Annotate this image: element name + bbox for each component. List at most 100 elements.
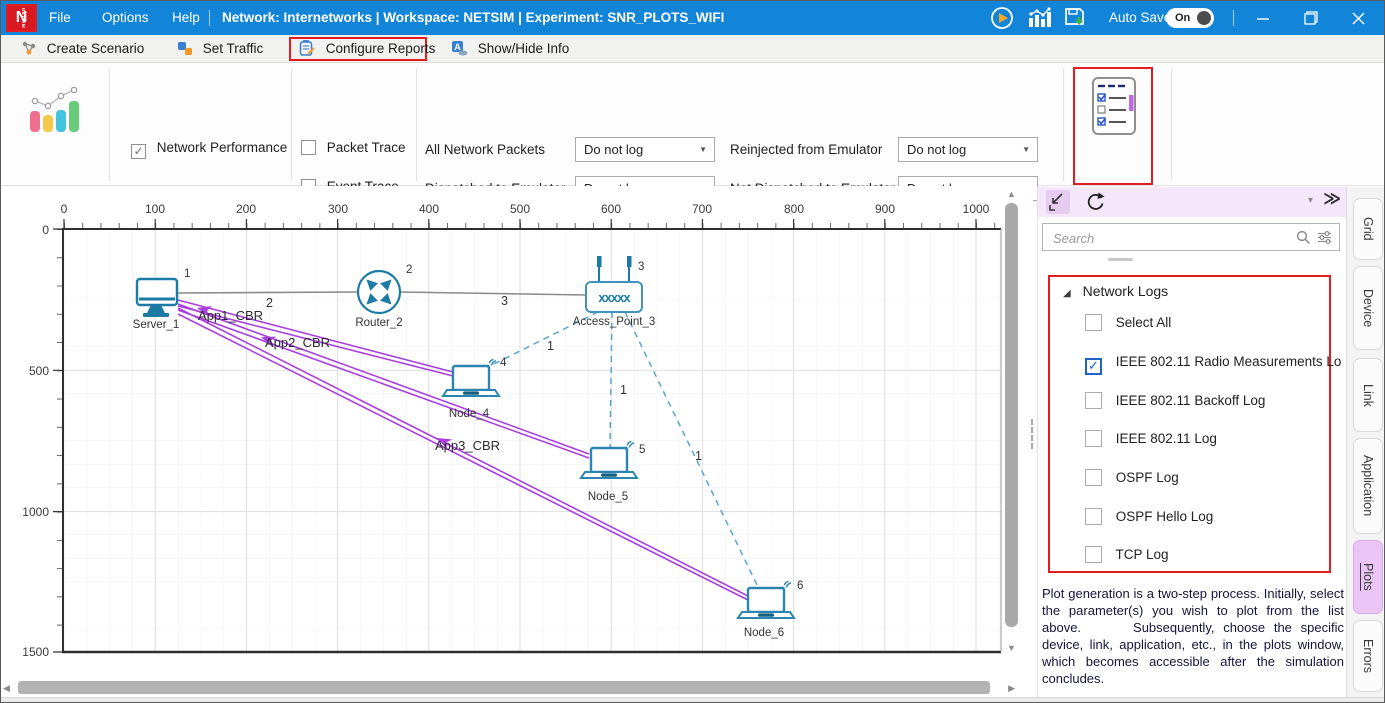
create-scenario-label: Create Scenario [47,41,145,56]
plots-button-icon[interactable] [1089,75,1139,142]
create-scenario-button[interactable]: Create Scenario [21,35,144,63]
svg-text:100: 100 [145,202,165,216]
ruler-y-labels: 0 500 1000 1500 [22,223,49,659]
title-bar: N NETSIM File Options Help Network: Inte… [1,1,1384,35]
set-traffic-label: Set Traffic [203,41,264,56]
svg-text:1500: 1500 [22,645,49,659]
svg-text:A: A [454,42,461,52]
menu-help[interactable]: Help [166,1,206,35]
svg-text:1000: 1000 [963,202,990,216]
tab-link[interactable]: Link [1353,358,1383,432]
panel-caret-icon[interactable]: ▾ [1308,195,1313,206]
save-icon[interactable] [1063,6,1089,35]
network-canvas[interactable]: 0 100 200 300 400 500 600 700 800 900 10… [1,186,1033,696]
view-results-icon[interactable] [27,83,83,140]
checkbox-checked[interactable]: ✓ [1085,358,1102,375]
all-network-packets-dropdown[interactable]: Do not log ▼ [575,137,715,162]
vertical-scroll-thumb[interactable] [1005,203,1018,627]
reinjected-from-emulator-dropdown[interactable]: Do not log ▼ [898,137,1038,162]
scroll-up-icon[interactable]: ▲ [1007,189,1016,199]
show-hide-info-label: Show/Hide Info [478,41,570,56]
option-tcp-log[interactable]: TCP Log [1085,546,1169,564]
device-id: 1 [184,268,190,280]
svg-text:800: 800 [784,202,804,216]
close-button[interactable] [1344,5,1372,31]
checkbox-unchecked[interactable] [1085,314,1102,331]
toggle-state-label: On [1175,12,1190,24]
all-network-packets-label: All Network Packets [425,137,545,163]
tab-grid[interactable]: Grid [1353,198,1383,260]
svg-text:300: 300 [328,202,348,216]
option-backoff-log[interactable]: IEEE 802.11 Backoff Log [1085,392,1265,410]
quick-toolbar: Create Scenario Set Traffic Configure Re… [1,35,1384,63]
toggle-knob [1197,11,1211,25]
dropdown-value: Do not log [584,142,643,157]
network-logs-annotation: ◢ Network Logs Select All ✓ IEEE 802.11 … [1048,275,1331,573]
checkbox-unchecked[interactable] [1085,546,1102,563]
experiment-breadcrumb: Network: Internetworks | Workspace: NETS… [222,1,724,35]
collapse-panel-button[interactable] [1046,190,1070,214]
network-logs-section[interactable]: ◢ Network Logs [1063,283,1168,299]
option-label: IEEE 802.11 Radio Measurements Lo [1116,354,1342,369]
auto-save-label: Auto Save [1109,1,1171,35]
panel-grip[interactable] [1108,258,1133,261]
svg-text:1: 1 [695,449,702,463]
configure-reports-label: Configure Reports [326,41,436,56]
search-input[interactable] [1051,227,1285,249]
panel-splitter[interactable] [1031,419,1033,449]
tab-device[interactable]: Device [1353,266,1383,350]
configure-reports-button[interactable]: Configure Reports [299,35,435,63]
menu-options[interactable]: Options [96,1,155,35]
logo-subtext: NETSIM [11,8,35,28]
scroll-right-icon[interactable]: ▶ [1008,683,1015,693]
auto-save-toggle[interactable]: On [1166,8,1214,28]
device-label: Node_6 [744,627,784,639]
option-select-all[interactable]: Select All [1085,314,1171,332]
filter-icon[interactable] [1317,230,1332,250]
ap-coil-glyph: xxxxx [598,290,631,305]
svg-text:600: 600 [601,202,621,216]
show-hide-info-icon: A [451,38,468,66]
svg-text:1: 1 [620,383,627,397]
option-ospf-log[interactable]: OSPF Log [1085,469,1179,487]
scroll-down-icon[interactable]: ▼ [1007,643,1016,653]
expander-icon[interactable]: ◢ [1063,288,1071,299]
device-label: Node_4 [449,408,490,420]
side-tab-strip: Grid Device Link Application Plots Error… [1346,187,1385,703]
run-simulation-button[interactable] [990,6,1014,35]
minimize-button[interactable] [1249,5,1277,31]
scroll-left-icon[interactable]: ◀ [3,683,10,693]
results-chart-icon[interactable] [1027,7,1051,34]
device-label: Router_2 [355,317,402,329]
search-box[interactable] [1042,223,1340,251]
network-logs-title: Network Logs [1083,283,1169,299]
refresh-icon[interactable] [1084,190,1108,214]
checkbox-unchecked[interactable] [1085,430,1102,447]
horizontal-scroll-thumb[interactable] [18,681,990,694]
tab-application[interactable]: Application [1353,438,1383,534]
maximize-button[interactable] [1296,5,1324,31]
checkbox-unchecked[interactable] [1085,508,1102,525]
network-performance-checkbox[interactable]: ✓ Network Performance [131,139,287,157]
checkbox-unchecked[interactable] [1085,392,1102,409]
checkbox-unchecked[interactable] [1085,469,1102,486]
panel-expand-icon[interactable]: ≫ [1323,189,1341,209]
show-hide-info-button[interactable]: A Show/Hide Info [451,35,569,63]
menu-file[interactable]: File [43,1,77,35]
option-ospf-hello-log[interactable]: OSPF Hello Log [1085,508,1213,526]
svg-text:1000: 1000 [22,505,49,519]
caret-down-icon: ▼ [699,138,707,162]
set-traffic-button[interactable]: Set Traffic [177,35,263,63]
option-80211-log[interactable]: IEEE 802.11 Log [1085,430,1217,448]
vertical-scrollbar[interactable]: ▲ ▼ [1003,189,1019,671]
horizontal-scrollbar[interactable]: ◀ ▶ [3,678,1015,696]
netsim-logo-icon: N NETSIM [6,4,37,32]
device-label: Server_1 [133,319,180,331]
reinjected-from-emulator-label: Reinjected from Emulator [730,137,882,163]
option-label: TCP Log [1116,547,1169,562]
ribbon-separator [1063,69,1064,181]
option-radio-measurements-log[interactable]: ✓ IEEE 802.11 Radio Measurements Lo [1085,353,1341,371]
packet-trace-checkbox[interactable]: Packet Trace [301,139,406,157]
tab-errors[interactable]: Errors [1353,620,1383,692]
tab-plots[interactable]: Plots [1353,540,1383,614]
